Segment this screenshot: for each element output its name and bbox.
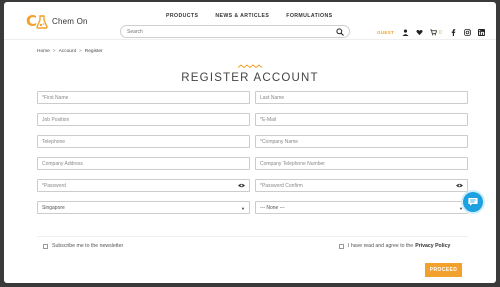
country-select[interactable]: Singapore ▼ [37,201,250,214]
chat-icon [468,198,478,206]
cart-icon[interactable] [430,29,438,36]
divider [37,236,468,237]
search-bar [120,25,350,38]
telephone-field [37,135,250,148]
password-confirm-field [255,179,468,192]
instagram-icon[interactable] [463,29,471,36]
first-name-field [37,91,250,104]
country-select-value: Singapore [42,205,65,211]
guest-label[interactable]: GUEST [377,30,394,35]
linkedin-icon[interactable] [477,29,485,36]
page-frame: C Chem On PRODUCTS NEWS & ARTICLES FORMU… [4,2,496,283]
email-field [255,113,468,126]
nav-formulations[interactable]: FORMULATIONS [286,13,332,19]
password-field [37,179,250,192]
telephone-input[interactable] [42,137,232,146]
job-position-field [37,113,250,126]
page-title: REGISTER ACCOUNT [181,72,319,84]
company-address-input[interactable] [42,159,232,168]
company-address-field [37,157,250,170]
password-confirm-input[interactable] [260,181,450,190]
privacy-checkbox[interactable] [339,243,344,249]
privacy-label: I have read and agree to the [348,243,414,249]
breadcrumb-home[interactable]: Home [37,49,50,54]
search-input[interactable] [127,27,327,36]
wave-decoration [238,64,262,69]
last-name-input[interactable] [260,93,450,102]
company-name-input[interactable] [260,137,450,146]
breadcrumb: Home > Account > Register [37,49,103,54]
header-icons: GUEST 0 [377,29,492,36]
eye-icon[interactable] [456,183,463,188]
first-name-input[interactable] [42,93,232,102]
breadcrumb-register[interactable]: Register [85,49,103,54]
last-name-field [255,91,468,104]
newsletter-label: Subscribe me to the newsletter [52,243,124,249]
chat-help-button[interactable] [463,192,483,212]
flask-icon [36,14,48,29]
privacy-option: I have read and agree to the Privacy Pol… [339,243,450,249]
logo-text: Chem On [52,17,88,26]
facebook-icon[interactable] [450,29,457,36]
newsletter-checkbox[interactable] [43,243,48,249]
company-telephone-field [255,157,468,170]
caret-down-icon: ▼ [459,205,463,211]
company-name-field [255,135,468,148]
proceed-button[interactable]: PROCEED [425,263,462,277]
privacy-policy-link[interactable]: Privacy Policy [415,243,450,249]
search-icon[interactable] [336,28,344,36]
region-select-value: --- None --- [260,205,285,211]
user-icon[interactable] [402,29,409,36]
main-nav: PRODUCTS NEWS & ARTICLES FORMULATIONS [166,13,349,19]
nav-products[interactable]: PRODUCTS [166,13,198,19]
eye-icon[interactable] [238,183,245,188]
email-input[interactable] [260,115,450,124]
job-position-input[interactable] [42,115,232,124]
newsletter-option: Subscribe me to the newsletter [43,243,123,249]
region-select[interactable]: --- None --- ▼ [255,201,468,214]
breadcrumb-separator: > [52,49,56,54]
heart-icon[interactable] [416,29,423,36]
breadcrumb-account[interactable]: Account [59,49,76,54]
logo[interactable]: C Chem On [26,14,88,29]
password-input[interactable] [42,181,232,190]
caret-down-icon: ▼ [241,205,245,211]
breadcrumb-separator: > [78,49,82,54]
nav-news-articles[interactable]: NEWS & ARTICLES [215,13,269,19]
company-telephone-input[interactable] [260,159,450,168]
site-header: C Chem On PRODUCTS NEWS & ARTICLES FORMU… [4,2,496,40]
cart-count: 0 [439,29,442,36]
